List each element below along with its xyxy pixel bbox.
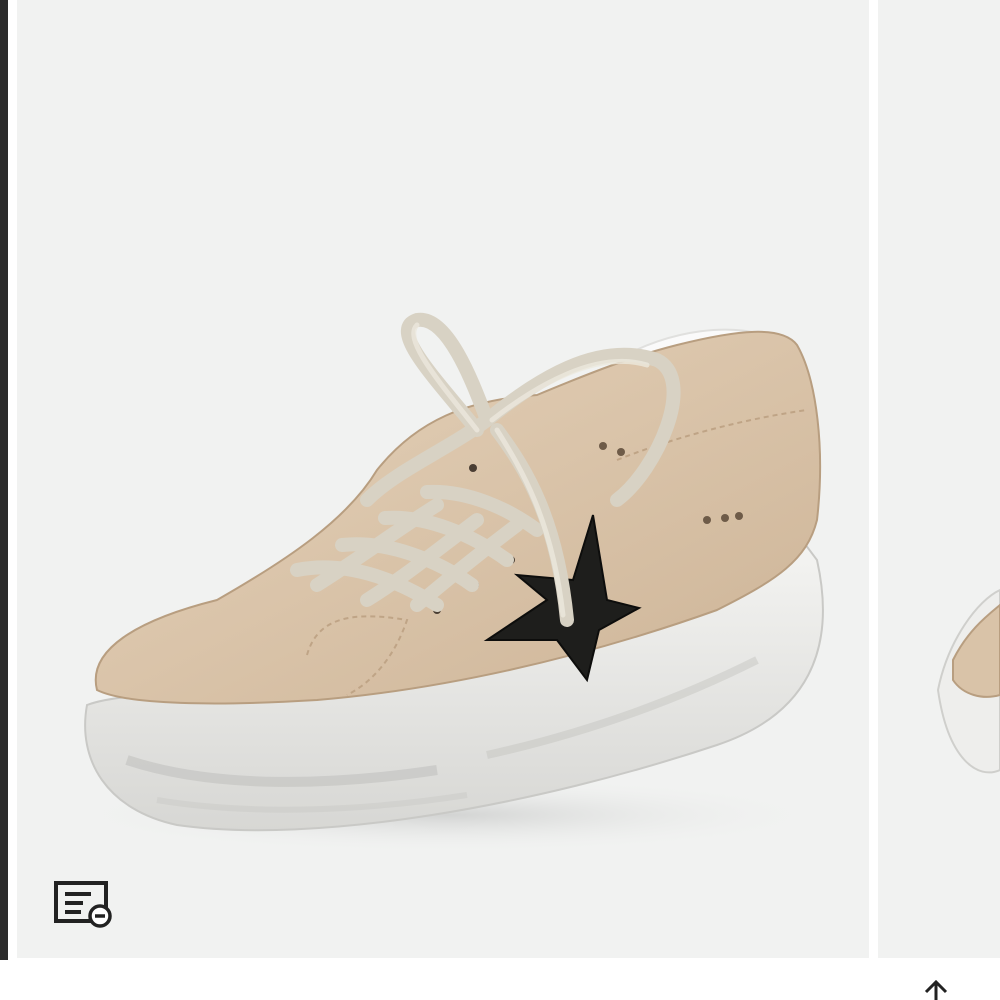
sneaker-photo-partial xyxy=(936,588,1000,774)
product-gallery-page xyxy=(0,0,1000,1000)
left-edge-divider xyxy=(0,0,8,960)
left-gutter xyxy=(8,0,17,960)
product-details-icon[interactable] xyxy=(53,880,113,928)
gallery-slide-current[interactable] xyxy=(17,0,869,958)
gallery-slide-next[interactable] xyxy=(878,0,1000,958)
arrow-up-icon[interactable] xyxy=(918,978,954,1000)
sneaker-photo-beige-suede-star xyxy=(67,312,827,853)
